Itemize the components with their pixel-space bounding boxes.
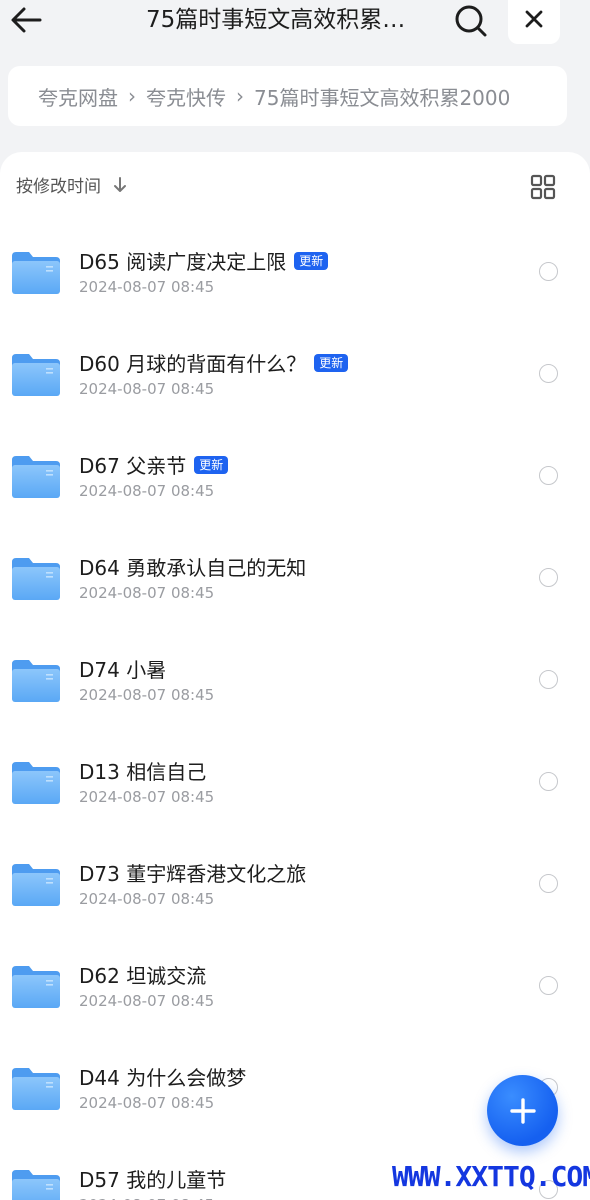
file-name: D44 为什么会做梦 [79,1066,247,1090]
file-date: 2024-08-07 08:45 [79,380,215,398]
list-item[interactable]: D64 勇敢承认自己的无知 2024-08-07 08:45 [0,522,590,624]
folder-icon [12,762,60,804]
file-name-row: D60 月球的背面有什么？ 更新 [79,348,349,377]
file-name-row: D67 父亲节 更新 [79,450,229,479]
search-icon [455,5,487,37]
file-date: 2024-08-07 08:45 [79,1094,215,1112]
file-date: 2024-08-07 08:45 [79,890,215,908]
breadcrumb: 夸克网盘 › 夸克快传 › 75篇时事短文高效积累2000 [8,66,567,126]
file-name-row: D44 为什么会做梦 [79,1062,246,1091]
select-checkbox[interactable] [539,568,558,587]
file-date: 2024-08-07 08:45 [79,278,215,296]
update-badge: 更新 [294,251,329,270]
file-date: 2024-08-07 08:45 [79,482,215,500]
file-name: D64 勇敢承认自己的无知 [79,556,307,580]
file-name: D73 董宇辉香港文化之旅 [79,862,307,886]
folder-icon [12,354,60,396]
breadcrumb-item-transfer[interactable]: 夸克快传 [146,82,226,111]
grid-view-button[interactable] [530,174,556,200]
select-checkbox[interactable] [539,670,558,689]
breadcrumb-item-current[interactable]: 75篇时事短文高效积累2000 [254,82,510,111]
update-badge: 更新 [194,455,229,474]
file-name: D60 月球的背面有什么？ [79,352,307,376]
watermark: WWW.XXTTQ.COM [392,1160,590,1193]
folder-icon [12,456,60,498]
select-checkbox[interactable] [539,262,558,281]
close-button[interactable] [508,0,560,44]
list-item[interactable]: D62 坦诚交流 2024-08-07 08:45 [0,930,590,1032]
file-name-row: D74 小暑 [79,654,166,683]
list-item[interactable]: D13 相信自己 2024-08-07 08:45 [0,726,590,828]
select-checkbox[interactable] [539,466,558,485]
file-name: D65 阅读广度决定上限 [79,250,287,274]
file-date: 2024-08-07 08:45 [79,788,215,806]
folder-icon [12,660,60,702]
breadcrumb-item-root[interactable]: 夸克网盘 [38,82,118,111]
list-item[interactable]: D73 董宇辉香港文化之旅 2024-08-07 08:45 [0,828,590,930]
chevron-right-icon: › [236,84,244,108]
select-checkbox[interactable] [539,874,558,893]
file-list: D65 阅读广度决定上限 更新 2024-08-07 08:45 D60 月球的背… [0,216,590,1200]
arrow-down-icon [113,176,127,194]
file-name-row: D64 勇敢承认自己的无知 [79,552,306,581]
folder-icon [12,864,60,906]
top-bar: 75篇时事短文高效积累… [0,0,590,46]
sort-label: 按修改时间 [16,177,101,197]
add-button[interactable] [487,1075,558,1146]
folder-icon [12,252,60,294]
select-checkbox[interactable] [539,976,558,995]
file-name: D57 我的儿童节 [79,1168,227,1192]
list-item[interactable]: D65 阅读广度决定上限 更新 2024-08-07 08:45 [0,216,590,318]
plus-icon [509,1097,536,1124]
file-date: 2024-08-07 08:45 [79,584,215,602]
grid-view-icon [530,174,556,200]
sort-button[interactable]: 按修改时间 [16,172,127,197]
page-title: 75篇时事短文高效积累… [146,7,406,33]
select-checkbox[interactable] [539,364,558,383]
file-name-row: D65 阅读广度决定上限 更新 [79,246,329,275]
list-item[interactable]: D67 父亲节 更新 2024-08-07 08:45 [0,420,590,522]
chevron-right-icon: › [128,84,136,108]
back-button[interactable] [8,2,44,38]
list-item[interactable]: D60 月球的背面有什么？ 更新 2024-08-07 08:45 [0,318,590,420]
folder-icon [12,1068,60,1110]
folder-icon [12,558,60,600]
arrow-left-icon [11,7,42,33]
update-badge: 更新 [314,353,349,372]
file-name: D67 父亲节 [79,454,187,478]
file-name: D74 小暑 [79,658,167,682]
list-item[interactable]: D74 小暑 2024-08-07 08:45 [0,624,590,726]
search-button[interactable] [452,2,490,40]
file-name-row: D13 相信自己 [79,756,206,785]
file-name: D62 坦诚交流 [79,964,207,988]
close-icon [525,10,543,28]
folder-icon [12,1170,60,1200]
file-date: 2024-08-07 08:45 [79,1196,214,1200]
file-list-panel: 按修改时间 D65 阅读广度决定上限 更新 2024-08-07 08:45 D… [0,152,590,1200]
select-checkbox[interactable] [539,772,558,791]
file-name-row: D73 董宇辉香港文化之旅 [79,858,306,887]
folder-icon [12,966,60,1008]
file-name-row: D57 我的儿童节 [79,1164,226,1193]
file-date: 2024-08-07 08:45 [79,992,215,1010]
file-name-row: D62 坦诚交流 [79,960,206,989]
file-date: 2024-08-07 08:45 [79,686,215,704]
file-name: D13 相信自己 [79,760,207,784]
